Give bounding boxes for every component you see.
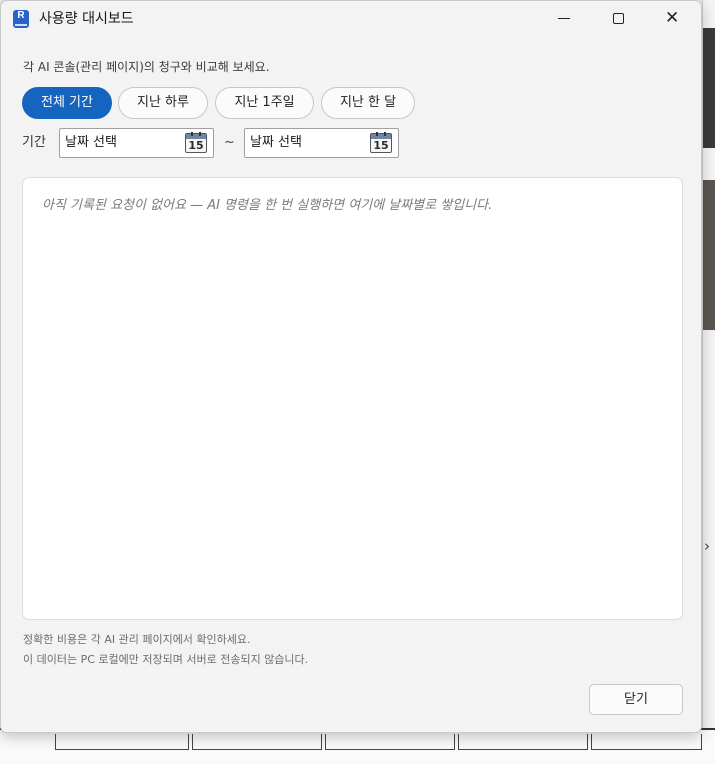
minimize-button[interactable] (542, 1, 588, 37)
background-table-cell (55, 734, 189, 750)
calendar-icon[interactable]: 15 (370, 132, 392, 153)
background-table-cell (192, 734, 322, 750)
maximize-icon (613, 13, 624, 24)
calendar-day-number: 15 (373, 139, 389, 152)
minimize-icon (558, 18, 570, 19)
end-date-placeholder: 날짜 선택 (250, 135, 302, 150)
date-range-separator: ~ (224, 135, 235, 150)
background-table-cell (591, 734, 702, 750)
start-date-placeholder: 날짜 선택 (65, 135, 117, 150)
background-thumbnail (703, 28, 715, 148)
maximize-button[interactable] (596, 1, 642, 37)
privacy-note: 이 데이터는 PC 로컬에만 저장되며 서버로 전송되지 않습니다. (23, 653, 309, 666)
close-button[interactable]: 닫기 (589, 684, 683, 715)
calendar-icon[interactable]: 15 (185, 132, 207, 153)
range-day-button[interactable]: 지난 하루 (118, 87, 208, 119)
title-bar[interactable]: R 사용량 대시보드 ✕ (1, 1, 701, 37)
close-icon: ✕ (665, 8, 680, 28)
period-label: 기간 (22, 135, 46, 150)
dashboard-subtitle: 각 AI 콘솔(관리 페이지)의 청구와 비교해 보세요. (23, 60, 270, 74)
range-all-button[interactable]: 전체 기간 (22, 87, 112, 119)
cost-note: 정확한 비용은 각 AI 관리 페이지에서 확인하세요. (23, 633, 251, 646)
usage-log-panel[interactable]: 아직 기록된 요청이 없어요 — AI 명령을 한 번 실행하면 여기에 날짜별… (22, 177, 683, 620)
close-window-button[interactable]: ✕ (650, 1, 696, 37)
start-date-picker[interactable]: 날짜 선택 15 (59, 128, 214, 158)
background-table-cell (325, 734, 455, 750)
background-thumbnail (703, 180, 715, 330)
background-table-cell (458, 734, 588, 750)
range-week-button[interactable]: 지난 1주일 (215, 87, 314, 119)
range-month-button[interactable]: 지난 한 달 (321, 87, 415, 119)
calendar-day-number: 15 (188, 139, 204, 152)
usage-dashboard-window: R 사용량 대시보드 ✕ 각 AI 콘솔(관리 페이지)의 청구와 비교해 보세… (0, 0, 702, 733)
app-logo-letter: R (17, 10, 25, 21)
empty-state-message: 아직 기록된 요청이 없어요 — AI 명령을 한 번 실행하면 여기에 날짜별… (42, 198, 493, 213)
end-date-picker[interactable]: 날짜 선택 15 (244, 128, 399, 158)
app-logo-icon: R (13, 10, 29, 28)
chevron-right-icon: › (704, 537, 710, 555)
window-title: 사용량 대시보드 (39, 11, 134, 27)
